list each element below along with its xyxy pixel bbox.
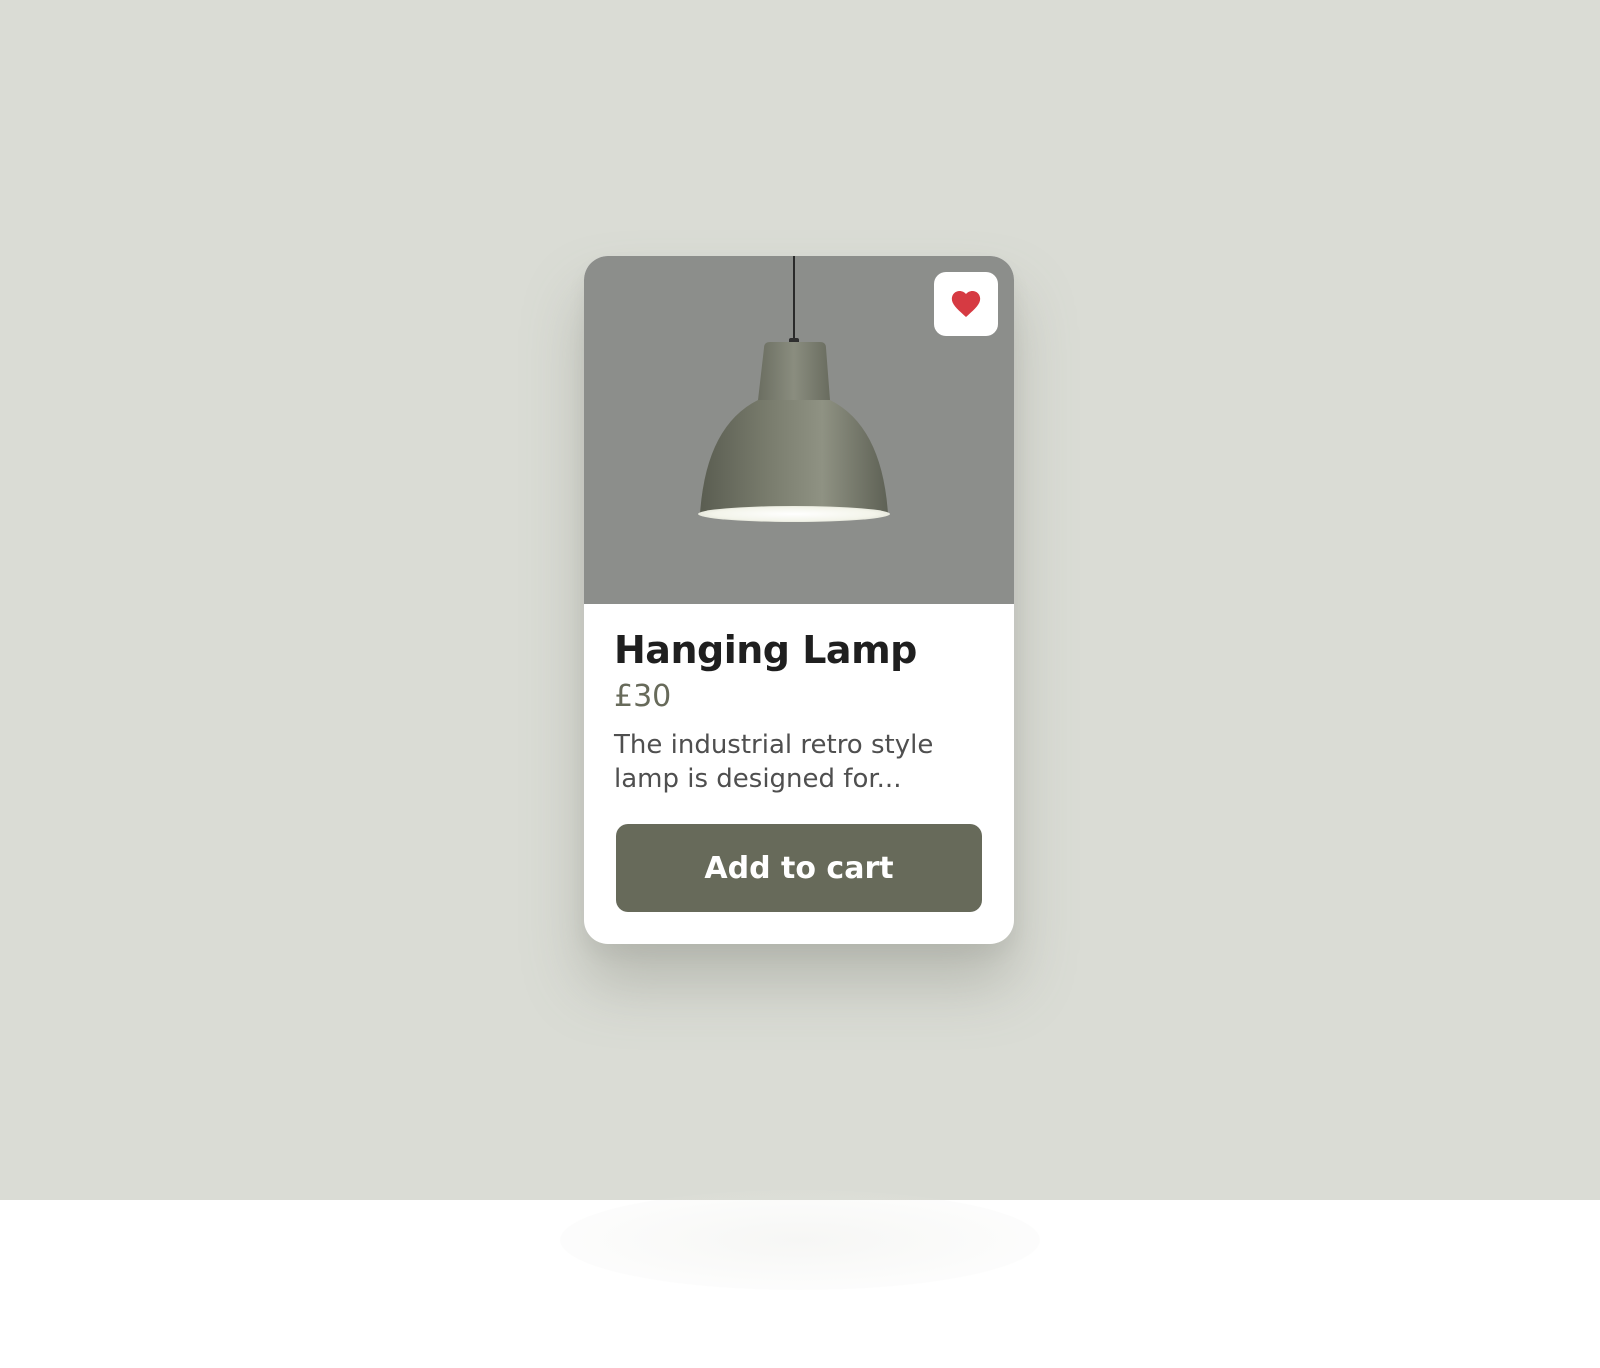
- add-to-cart-button[interactable]: Add to cart: [616, 824, 982, 912]
- product-card: Hanging Lamp £30 The industrial retro st…: [584, 256, 1014, 944]
- favorite-button[interactable]: [934, 272, 998, 336]
- card-reflection: [560, 1190, 1040, 1290]
- product-description: The industrial retro style lamp is desig…: [614, 730, 934, 794]
- product-price: £30: [614, 679, 672, 714]
- heart-icon: [951, 290, 981, 318]
- product-image-area: [584, 256, 1014, 604]
- product-title: Hanging Lamp: [614, 628, 917, 672]
